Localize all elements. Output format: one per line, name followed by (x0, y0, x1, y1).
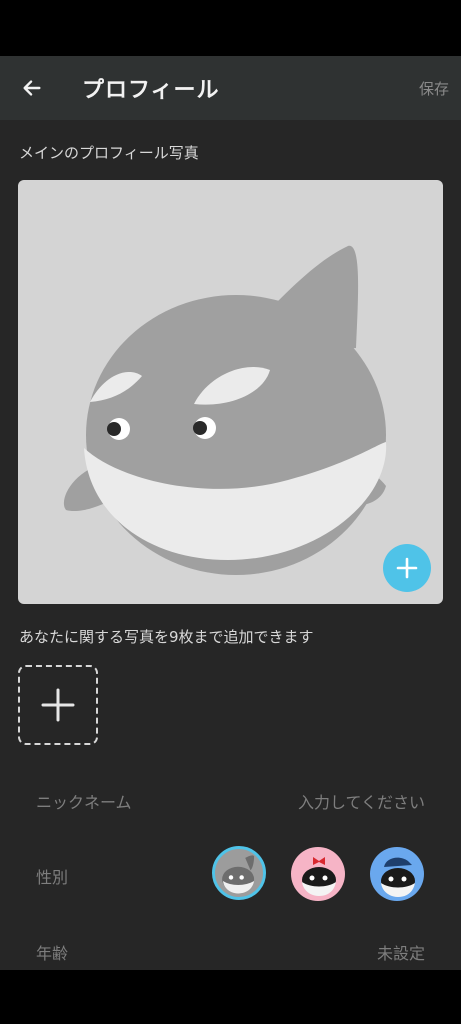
gender-label: 性別 (36, 868, 69, 887)
page-title: プロフィール (82, 78, 220, 103)
add-main-photo-button[interactable] (383, 544, 431, 592)
nickname-label: ニックネーム (36, 793, 132, 812)
orca-with-bow-icon (302, 857, 336, 896)
age-label: 年齢 (36, 944, 69, 963)
additional-photos-label: あなたに関する写真を9枚まで追加できます (19, 628, 314, 646)
gender-option-female[interactable] (291, 847, 345, 901)
nickname-input[interactable]: 入力してください (298, 789, 425, 813)
orca-avatar-icon (222, 855, 255, 894)
app-bar: プロフィール 保存 (0, 56, 461, 120)
plus-icon (396, 557, 418, 579)
arrow-left-icon (23, 80, 41, 96)
save-button[interactable]: 保存 (419, 78, 449, 99)
orca-mascot-image (63, 245, 387, 575)
back-button[interactable] (14, 68, 50, 108)
add-photo-button[interactable] (18, 665, 98, 745)
profile-screen: プロフィール 保存 メインのプロフィール写真 あなたに関する写真を9枚まで追加で… (0, 56, 461, 970)
gender-option-neutral[interactable] (212, 846, 266, 900)
main-photo-label: メインのプロフィール写真 (19, 144, 199, 162)
main-profile-photo[interactable] (18, 180, 443, 604)
age-value[interactable]: 未設定 (377, 940, 425, 964)
orca-with-cap-icon (381, 857, 415, 897)
status-bar (0, 0, 461, 56)
gender-option-male[interactable] (370, 847, 424, 901)
plus-icon (41, 688, 75, 722)
system-navigation-bar (0, 970, 461, 1024)
